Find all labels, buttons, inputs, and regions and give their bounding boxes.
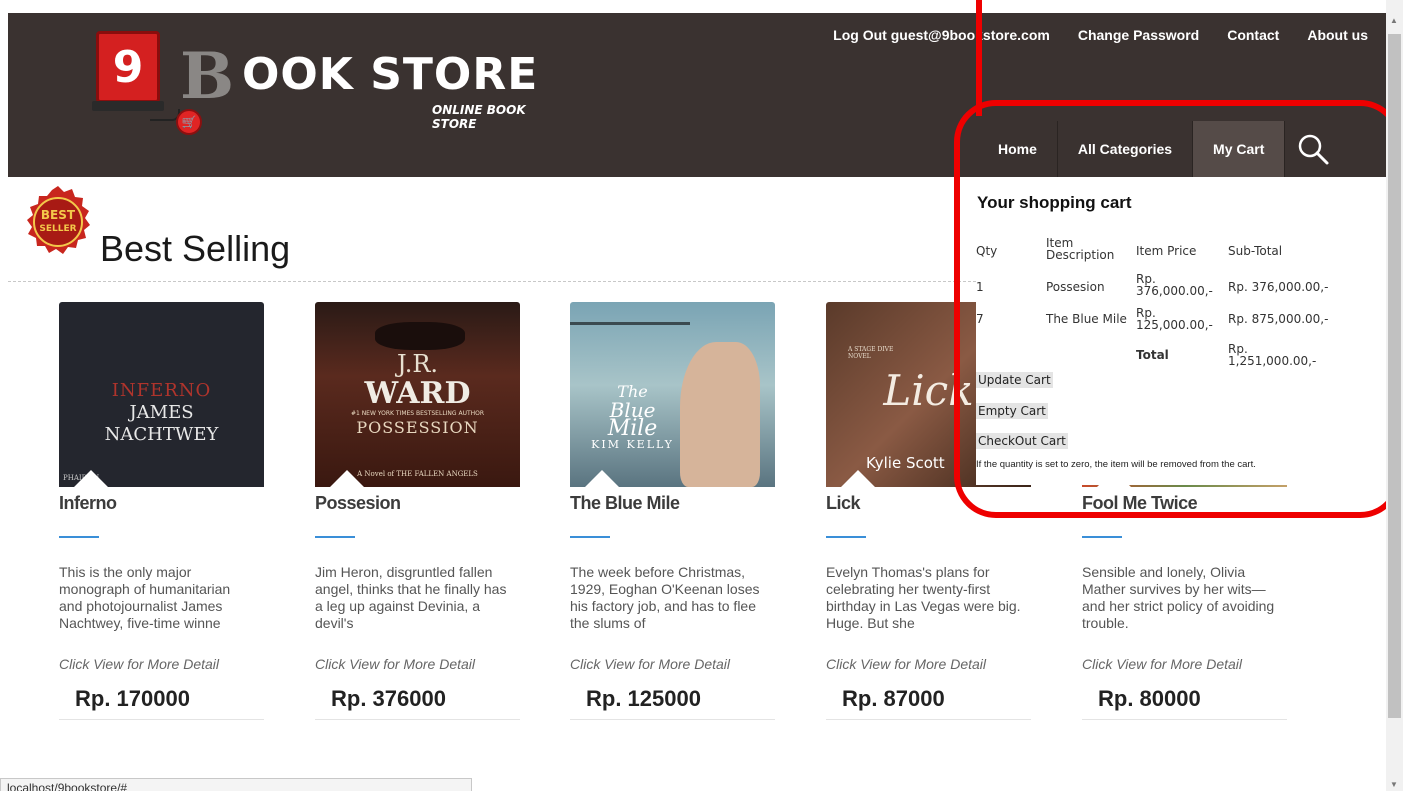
cover-title: POSSESSION (356, 418, 479, 437)
book-card[interactable]: The Blue Mile KIM KELLY The Blue Mile Th… (570, 302, 775, 720)
logo-letter-b: B (180, 39, 235, 114)
scroll-up-icon[interactable]: ▲ (1390, 16, 1398, 25)
cart-item-desc: The Blue Mile (1046, 312, 1127, 326)
nav-all-categories[interactable]: All Categories (1058, 121, 1194, 177)
main-nav: Home All Categories My Cart (978, 121, 1341, 177)
page-scrollbar[interactable]: ▲ ▼ (1386, 0, 1403, 791)
book-description: Jim Heron, disgruntled fallen angel, thi… (315, 564, 507, 631)
annotation-line (976, 0, 982, 116)
cart-row: 1 Possesion Rp. 376,000.00,- Rp. 376,000… (976, 271, 1338, 307)
title-underline (826, 536, 866, 538)
book-price: Rp. 125000 (570, 686, 775, 720)
subtotal-header: Sub-Total (1228, 244, 1283, 258)
cart-total-label: Total (1136, 348, 1169, 362)
book-description: Evelyn Thomas's plans for celebrating he… (826, 564, 1021, 631)
view-detail-link[interactable]: Click View for More Detail (59, 656, 264, 672)
about-us-link[interactable]: About us (1307, 27, 1368, 43)
book-price: Rp. 80000 (1082, 686, 1287, 720)
top-links: Log Out guest@9bookstore.com Change Pass… (805, 27, 1368, 43)
desc-header: Item Description (1046, 236, 1115, 262)
cover-author: KIM KELLY (591, 438, 674, 451)
title-underline (1082, 536, 1122, 538)
logo-wordmark: OOK STORE (242, 49, 539, 100)
cart-table: Qty Item Description Item Price Sub-Tota… (976, 233, 1338, 367)
empty-cart-button[interactable]: Empty Cart (976, 403, 1048, 419)
cover-author-initials: J.R. (396, 350, 439, 378)
logout-link[interactable]: Log Out guest@9bookstore.com (833, 27, 1050, 43)
book-price: Rp. 87000 (826, 686, 1031, 720)
change-password-link[interactable]: Change Password (1078, 27, 1199, 43)
logo-number: 9 (112, 42, 144, 93)
logo-book-icon: 9 (96, 31, 160, 103)
cart-item-desc: Possesion (1046, 280, 1105, 294)
cart-note: If the quantity is set to zero, the item… (976, 459, 1256, 470)
cart-item-price: Rp. 125,000.00,- (1136, 306, 1213, 332)
update-cart-button[interactable]: Update Cart (976, 372, 1053, 388)
view-detail-link[interactable]: Click View for More Detail (1082, 656, 1287, 672)
book-cover-image[interactable]: INFERNO JAMES NACHTWEY PHAIDON (59, 302, 264, 487)
cart-total-value: Rp. 1,251,000.00,- (1228, 342, 1317, 368)
nav-my-cart[interactable]: My Cart (1193, 121, 1286, 177)
price-header: Item Price (1136, 244, 1197, 258)
book-title[interactable]: Inferno (59, 493, 264, 514)
cart-qty[interactable]: 1 (976, 271, 1046, 307)
cart-item-subtotal: Rp. 875,000.00,- (1228, 312, 1329, 326)
card-pointer (841, 470, 875, 487)
cart-item-price: Rp. 376,000.00,- (1136, 272, 1213, 298)
cover-author-name: WARD (364, 376, 471, 411)
view-detail-link[interactable]: Click View for More Detail (315, 656, 520, 672)
cover-title: INFERNO (111, 380, 212, 401)
book-card[interactable]: J.R. WARD #1 NEW YORK TIMES BESTSELLING … (315, 302, 520, 720)
book-title[interactable]: The Blue Mile (570, 493, 775, 514)
qty-header: Qty (976, 244, 998, 258)
site-header: 9 🛒 B OOK STORE ONLINE BOOK STORE Log Ou… (8, 13, 1386, 177)
cart-header-row: Qty Item Description Item Price Sub-Tota… (976, 233, 1338, 271)
view-detail-link[interactable]: Click View for More Detail (570, 656, 775, 672)
scroll-down-icon[interactable]: ▼ (1390, 780, 1398, 789)
badge-text-1: BEST (41, 208, 76, 222)
book-title[interactable]: Possesion (315, 493, 520, 514)
book-cover-image[interactable]: J.R. WARD #1 NEW YORK TIMES BESTSELLING … (315, 302, 520, 487)
book-cover-image[interactable]: The Blue Mile KIM KELLY (570, 302, 775, 487)
view-detail-link[interactable]: Click View for More Detail (826, 656, 1031, 672)
cart-item-subtotal: Rp. 376,000.00,- (1228, 280, 1329, 294)
site-logo[interactable]: 9 🛒 B OOK STORE ONLINE BOOK STORE (92, 27, 562, 137)
title-underline (59, 536, 99, 538)
checkout-cart-button[interactable]: CheckOut Cart (976, 433, 1068, 449)
book-price: Rp. 376000 (315, 686, 520, 720)
book-description: This is the only major monograph of huma… (59, 564, 231, 631)
cart-row: 7 The Blue Mile Rp. 125,000.00,- Rp. 875… (976, 307, 1338, 343)
cover-author-last: NACHTWEY (104, 424, 219, 445)
title-underline (315, 536, 355, 538)
cover-tagline: #1 NEW YORK TIMES BESTSELLING AUTHOR (350, 410, 485, 417)
book-price: Rp. 170000 (59, 686, 264, 720)
best-seller-badge-icon: BEST SELLER (20, 184, 96, 260)
nav-home[interactable]: Home (978, 121, 1058, 177)
cover-tagline: A STAGE DIVE NOVEL (848, 346, 894, 360)
status-url: localhost/9bookstore/# (0, 778, 472, 791)
cart-qty[interactable]: 7 (976, 307, 1046, 343)
book-title[interactable]: Lick (826, 493, 1031, 514)
card-pointer (585, 470, 619, 487)
cover-author-first: JAMES (129, 402, 194, 423)
search-icon[interactable] (1285, 121, 1341, 177)
cart-dropdown: Your shopping cart Qty Item Description … (976, 177, 1386, 485)
title-underline (570, 536, 610, 538)
cart-total-row: Total Rp. 1,251,000.00,- (976, 343, 1338, 367)
contact-link[interactable]: Contact (1227, 27, 1279, 43)
logo-tagline: ONLINE BOOK STORE (432, 103, 526, 131)
book-description: The week before Christmas, 1929, Eoghan … (570, 564, 760, 631)
book-title[interactable]: Fool Me Twice (1082, 493, 1287, 514)
section-title: Best Selling (100, 228, 291, 269)
cart-title: Your shopping cart (977, 193, 1132, 212)
book-card[interactable]: INFERNO JAMES NACHTWEY PHAIDON Inferno T… (59, 302, 264, 720)
scrollbar-thumb[interactable] (1388, 34, 1401, 718)
badge-text-2: SELLER (39, 224, 76, 234)
book-description: Sensible and lonely, Olivia Mather survi… (1082, 564, 1275, 631)
